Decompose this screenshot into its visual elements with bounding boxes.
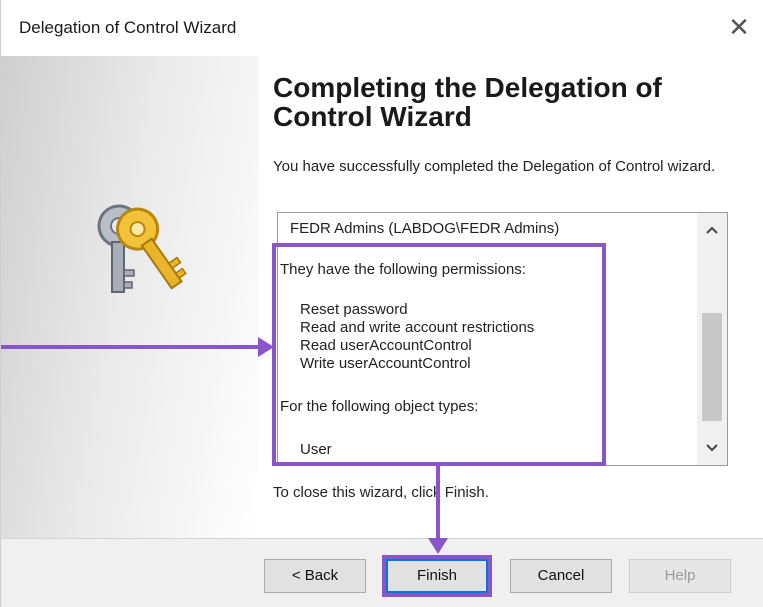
vertical-scrollbar[interactable] — [697, 213, 727, 465]
chevron-down-icon[interactable] — [697, 433, 727, 463]
arrow-down-icon — [428, 538, 448, 554]
close-instructions: To close this wizard, click Finish. — [273, 484, 489, 501]
wizard-side-panel — [1, 56, 259, 538]
finish-highlight — [382, 555, 492, 597]
cancel-button[interactable]: Cancel — [510, 559, 612, 593]
completion-description: You have successfully completed the Dele… — [273, 158, 716, 175]
keys-icon — [97, 204, 187, 293]
close-icon[interactable]: ✕ — [722, 10, 756, 44]
chevron-up-icon[interactable] — [697, 215, 727, 245]
annotation-arrow-line — [436, 466, 440, 540]
wizard-dialog: Delegation of Control Wizard ✕ Completin… — [0, 0, 763, 607]
help-button: Help — [629, 559, 731, 593]
scrollbar-thumb[interactable] — [702, 313, 722, 421]
title-bar: Delegation of Control Wizard ✕ — [1, 0, 763, 56]
page-title: Completing the Delegation of Control Wiz… — [273, 72, 662, 132]
summary-line: FEDR Admins (LABDOG\FEDR Admins) — [290, 220, 560, 237]
arrow-right-icon — [258, 337, 274, 357]
permissions-highlight — [272, 243, 606, 466]
back-button[interactable]: < Back — [264, 559, 366, 593]
window-title: Delegation of Control Wizard — [19, 18, 237, 37]
annotation-arrow-line — [1, 345, 259, 349]
